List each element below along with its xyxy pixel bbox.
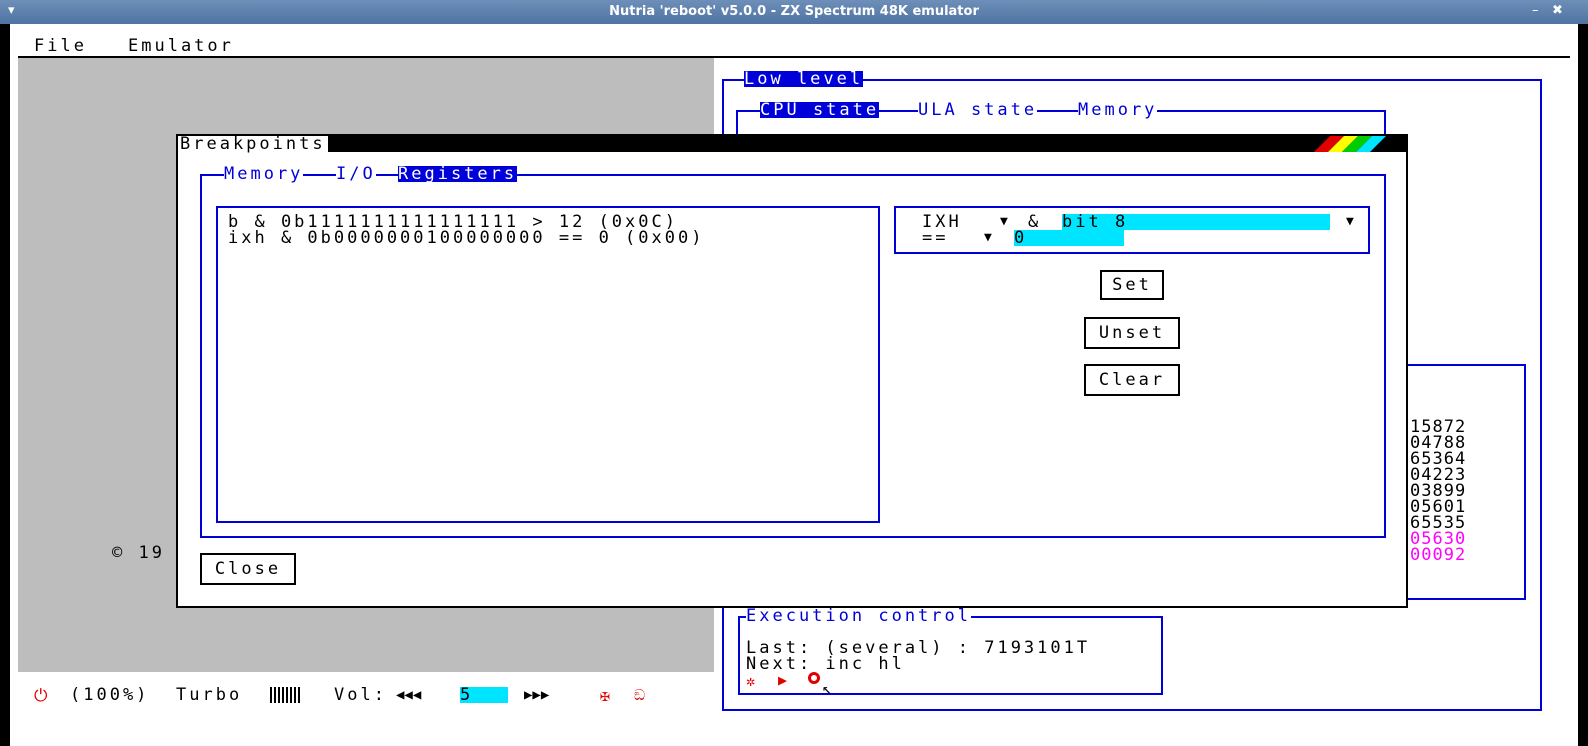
value-input[interactable]: 0 <box>1014 230 1124 247</box>
clear-button[interactable]: Clear <box>1084 364 1180 396</box>
tab-memory[interactable]: Memory <box>224 166 304 183</box>
breakpoint-editor: IXH ▼ & bit 8 ▼ == ▼ 0 <box>894 206 1370 254</box>
close-window-icon[interactable]: ✖ <box>1552 3 1563 18</box>
mouse-cursor-icon: ↖ <box>822 679 832 698</box>
menu-emulator[interactable]: Emulator <box>128 38 234 55</box>
spectrum-stripes-icon <box>1310 136 1390 152</box>
execution-control-title: Execution control <box>746 606 971 626</box>
turbo-toggle[interactable] <box>270 687 302 703</box>
breakpoints-dialog: Breakpoints Memory I/O Registers b & 0b1… <box>176 134 1408 608</box>
unset-button[interactable]: Unset <box>1084 317 1180 349</box>
speed-percent: (100%) <box>70 685 150 705</box>
low-level-title: Low level <box>744 69 864 89</box>
exec-next: Next: inc hl <box>746 654 905 674</box>
turbo-label: Turbo <box>176 685 243 705</box>
volume-label: Vol: <box>334 685 387 705</box>
dialog-titlebar <box>178 136 1406 152</box>
tab-cpu-state[interactable]: CPU state <box>760 102 880 119</box>
menu-file[interactable]: File <box>34 38 87 55</box>
breakpoint-list[interactable]: b & 0b1111111111111111 > 12 (0x0C) ixh &… <box>216 206 880 523</box>
register-value: 00092 <box>1410 545 1467 565</box>
dialog-title: Breakpoints <box>178 134 328 154</box>
breakpoint-item[interactable]: ixh & 0b0000000100000000 == 0 (0x00) <box>228 230 704 247</box>
window-menu-icon[interactable]: ▾ <box>8 3 15 18</box>
comparison-select[interactable]: == <box>922 230 948 247</box>
and-operator: & <box>1028 212 1042 232</box>
minimize-icon[interactable]: – <box>1532 3 1539 18</box>
tab-registers[interactable]: Registers <box>398 166 518 183</box>
step-icon[interactable]: ✲ <box>746 672 755 690</box>
comparison-dropdown-icon[interactable]: ▼ <box>984 230 992 245</box>
debug-icon[interactable]: ✠ <box>600 686 610 705</box>
tape-icon[interactable]: ඞ <box>634 686 645 704</box>
power-icon[interactable]: ⏻ <box>34 686 47 706</box>
menubar <box>18 38 1570 58</box>
register-dropdown-icon[interactable]: ▼ <box>1000 214 1008 229</box>
stop-icon[interactable] <box>808 672 820 684</box>
set-button[interactable]: Set <box>1100 270 1164 300</box>
register-values-list: 15872 04788 65364 04223 03899 05601 65535 05630… <box>1410 419 1467 565</box>
close-button[interactable]: Close <box>200 553 296 585</box>
run-icon[interactable]: ▶ <box>778 671 787 689</box>
copyright-text: © 19 <box>112 543 165 563</box>
volume-down-icon[interactable]: ◀◀◀ <box>396 687 421 703</box>
volume-up-icon[interactable]: ▶▶▶ <box>524 687 549 703</box>
tab-memory-lowlevel[interactable]: Memory <box>1078 102 1158 119</box>
window-title: Nutria 'reboot' v5.0.0 - ZX Spectrum 48K… <box>609 4 979 19</box>
mask-select[interactable]: bit 8 <box>1062 214 1330 231</box>
window-titlebar: Nutria 'reboot' v5.0.0 - ZX Spectrum 48K… <box>0 0 1588 24</box>
tab-ula-state[interactable]: ULA state <box>918 102 1038 119</box>
volume-value[interactable]: 5 <box>460 687 508 704</box>
tab-io[interactable]: I/O <box>336 166 376 183</box>
mask-dropdown-icon[interactable]: ▼ <box>1346 214 1354 229</box>
